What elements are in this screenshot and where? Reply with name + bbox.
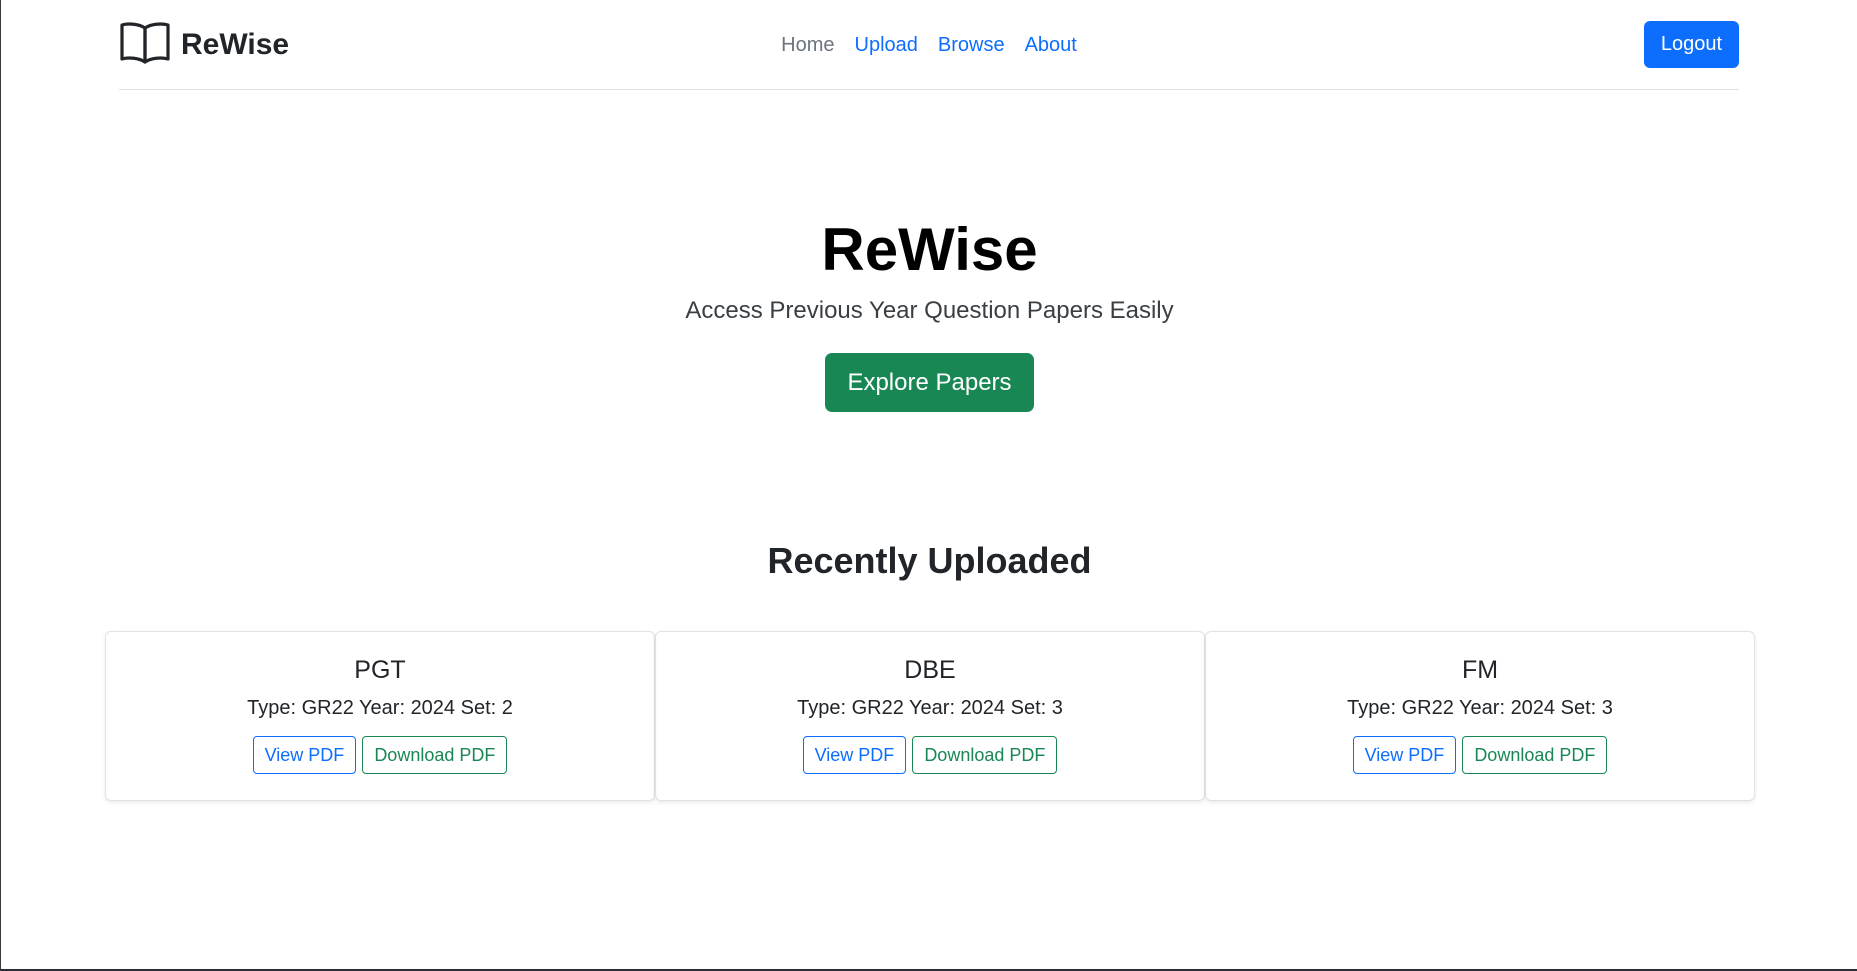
hero-subtitle: Access Previous Year Question Papers Eas…	[685, 297, 1174, 324]
paper-meta: Type: GR22 Year: 2024 Set: 3	[797, 697, 1063, 719]
paper-meta: Type: GR22 Year: 2024 Set: 2	[247, 697, 513, 719]
navbar: ReWise Home Upload Browse About Logout	[119, 0, 1739, 90]
logout-button[interactable]: Logout	[1643, 21, 1739, 68]
brand-link[interactable]: ReWise	[119, 20, 289, 69]
nav-browse[interactable]: Browse	[928, 34, 1015, 57]
hero-title: ReWise	[821, 216, 1038, 283]
recently-uploaded-title: Recently Uploaded	[767, 540, 1092, 581]
view-pdf-button[interactable]: View PDF	[1352, 736, 1457, 774]
paper-card: FM Type: GR22 Year: 2024 Set: 3 View PDF…	[1205, 631, 1755, 801]
paper-actions: View PDF Download PDF	[1206, 736, 1754, 774]
nav-home[interactable]: Home	[771, 34, 844, 57]
paper-title: PGT	[354, 656, 406, 684]
download-pdf-button[interactable]: Download PDF	[362, 736, 508, 774]
nav-upload[interactable]: Upload	[845, 34, 928, 57]
download-pdf-button[interactable]: Download PDF	[1462, 736, 1608, 774]
nav-links: Home Upload Browse About	[119, 0, 1739, 90]
page: ReWise Home Upload Browse About Logout R…	[0, 0, 1857, 971]
paper-cards: PGT Type: GR22 Year: 2024 Set: 2 View PD…	[105, 631, 1755, 801]
paper-title: FM	[1461, 656, 1499, 684]
download-pdf-button[interactable]: Download PDF	[912, 736, 1058, 774]
paper-card: DBE Type: GR22 Year: 2024 Set: 3 View PD…	[655, 631, 1205, 801]
open-book-icon	[119, 20, 171, 69]
brand-name: ReWise	[181, 27, 290, 61]
paper-title: DBE	[904, 656, 956, 684]
paper-actions: View PDF Download PDF	[656, 736, 1204, 774]
paper-card: PGT Type: GR22 Year: 2024 Set: 2 View PD…	[105, 631, 655, 801]
explore-papers-button[interactable]: Explore Papers	[825, 353, 1034, 412]
paper-meta: Type: GR22 Year: 2024 Set: 3	[1347, 697, 1613, 719]
nav-about[interactable]: About	[1015, 34, 1087, 57]
hero: ReWise Access Previous Year Question Pap…	[1, 215, 1857, 412]
view-pdf-button[interactable]: View PDF	[252, 736, 357, 774]
view-pdf-button[interactable]: View PDF	[802, 736, 907, 774]
paper-actions: View PDF Download PDF	[106, 736, 654, 774]
